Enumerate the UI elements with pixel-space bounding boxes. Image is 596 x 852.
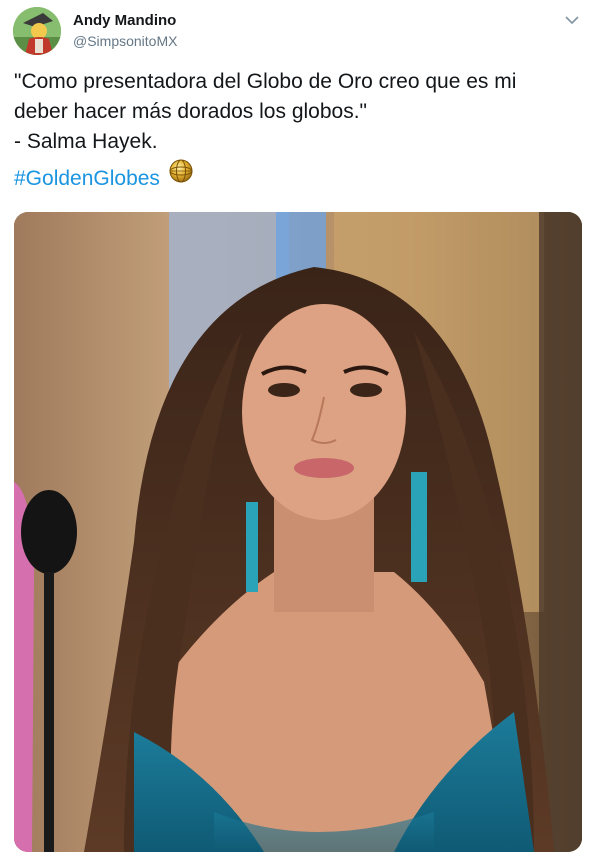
hashtag-link[interactable]: #GoldenGlobes	[14, 167, 160, 190]
avatar-image	[13, 7, 61, 55]
tweet-photo[interactable]	[14, 212, 582, 852]
tweet-text: "Como presentadora del Globo de Oro creo…	[14, 67, 584, 194]
author-handle[interactable]: @SimpsonitoMX	[73, 33, 177, 49]
author-name[interactable]: Andy Mandino	[73, 12, 176, 29]
tweet-text-line: deber hacer más dorados los globos."	[14, 100, 367, 123]
tweet-text-line: - Salma Hayek.	[14, 130, 158, 153]
avatar[interactable]	[13, 7, 61, 55]
chevron-down-icon[interactable]	[562, 12, 582, 28]
tweet-text-line: "Como presentadora del Globo de Oro creo…	[14, 70, 517, 93]
photo-image	[14, 212, 582, 852]
tweet-card: Andy Mandino @SimpsonitoMX "Como present…	[0, 0, 596, 852]
golden-globe-icon	[167, 157, 195, 185]
hashtag-row: #GoldenGlobes	[14, 157, 584, 194]
